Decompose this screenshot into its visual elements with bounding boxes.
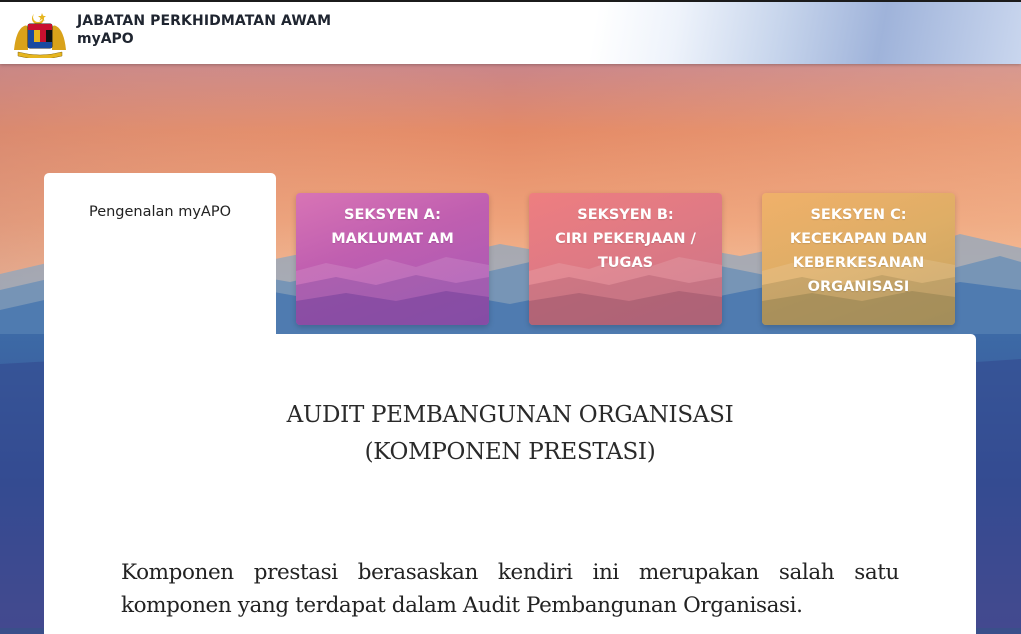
- page-title: AUDIT PEMBANGUNAN ORGANISASI (KOMPONEN P…: [44, 397, 976, 471]
- tab-seksyen-c-line4: ORGANISASI: [807, 279, 910, 295]
- tab-seksyen-b-line3: TUGAS: [597, 255, 654, 271]
- app-header: JABATAN PERKHIDMATAN AWAM myAPO: [0, 0, 1021, 64]
- tab-pengenalan-label: Pengenalan myAPO: [88, 204, 232, 220]
- tab-seksyen-a-line1: SEKSYEN A:: [344, 207, 441, 223]
- tab-seksyen-c-line2: KECEKAPAN DAN: [789, 231, 928, 247]
- tab-pengenalan[interactable]: Pengenalan myAPO: [44, 173, 276, 343]
- organization-name: JABATAN PERKHIDMATAN AWAM: [77, 13, 332, 29]
- page-title-line2: (KOMPONEN PRESTASI): [364, 439, 656, 465]
- tab-seksyen-c-title: SEKSYEN C: KECEKAPAN DAN KEBERKESANAN OR…: [762, 203, 955, 299]
- content-card: AUDIT PEMBANGUNAN ORGANISASI (KOMPONEN P…: [44, 334, 976, 634]
- tab-seksyen-b-title: SEKSYEN B: CIRI PEKERJAAN / TUGAS: [529, 203, 722, 275]
- intro-paragraph: Komponen prestasi berasaskan kendiri ini…: [121, 560, 899, 618]
- tab-seksyen-b-line1: SEKSYEN B:: [577, 207, 674, 223]
- malaysia-coat-of-arms-icon: [14, 13, 66, 58]
- tab-seksyen-b[interactable]: SEKSYEN B: CIRI PEKERJAAN / TUGAS: [529, 193, 722, 325]
- tab-seksyen-a-line2: MAKLUMAT AM: [331, 231, 454, 247]
- tab-seksyen-c-line1: SEKSYEN C:: [810, 207, 907, 223]
- tab-seksyen-c[interactable]: SEKSYEN C: KECEKAPAN DAN KEBERKESANAN OR…: [762, 193, 955, 325]
- app-name: myAPO: [77, 31, 134, 47]
- tab-seksyen-b-line2: CIRI PEKERJAAN /: [555, 231, 696, 247]
- tab-seksyen-a-title: SEKSYEN A: MAKLUMAT AM: [296, 203, 489, 251]
- tab-seksyen-a[interactable]: SEKSYEN A: MAKLUMAT AM: [296, 193, 489, 325]
- page-title-line1: AUDIT PEMBANGUNAN ORGANISASI: [286, 402, 734, 428]
- tab-seksyen-c-line3: KEBERKESANAN: [792, 255, 925, 271]
